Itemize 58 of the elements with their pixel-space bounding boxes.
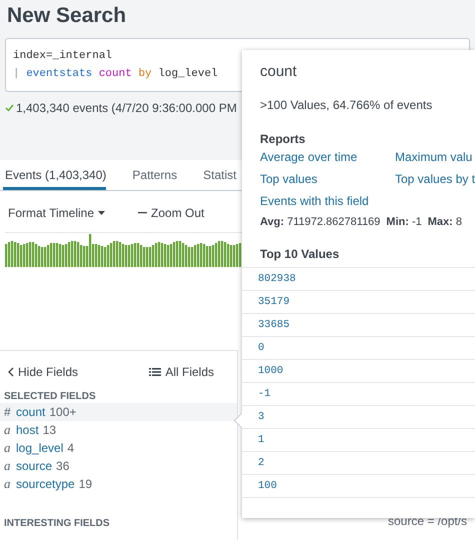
stat-text: Avg: 711972.862781169 xyxy=(260,216,380,228)
results-tab[interactable]: Statist xyxy=(203,160,236,190)
value-link[interactable]: 35179 xyxy=(258,296,290,308)
stat-text: Min: -1 xyxy=(386,216,422,228)
popup-title: count xyxy=(260,63,297,80)
field-name: sourcetype xyxy=(16,477,75,491)
field-count: 36 xyxy=(56,459,70,473)
field-count: 19 xyxy=(78,477,92,491)
value-link[interactable]: 1 xyxy=(258,434,264,446)
field-type-symbol: a xyxy=(4,458,12,474)
page-title: New Search xyxy=(7,4,126,29)
value-link[interactable]: 100 xyxy=(258,480,277,492)
report-link[interactable]: Events with this field xyxy=(260,194,369,208)
field-name: host xyxy=(16,423,39,437)
report-link[interactable]: Maximum valu xyxy=(395,150,472,164)
field-count: 100+ xyxy=(49,405,76,419)
section-heading: INTERESTING FIELDS xyxy=(3,518,110,529)
field-row[interactable]: a source 36 xyxy=(0,457,237,475)
minus-icon xyxy=(138,212,148,214)
value-link[interactable]: 802938 xyxy=(258,273,296,285)
field-row[interactable]: # count 100+ xyxy=(0,403,237,421)
report-link[interactable]: Average over time xyxy=(260,150,358,164)
field-count: 13 xyxy=(42,423,56,437)
event-field-text: source = /opt/s xyxy=(388,514,468,528)
result-summary: 1,403,340 events (4/7/20 9:36:00.000 PM xyxy=(16,101,237,115)
field-type-symbol: # xyxy=(4,405,12,419)
value-link[interactable]: 1000 xyxy=(258,365,284,377)
top-values-heading: Top 10 Values xyxy=(260,247,340,261)
field-row[interactable]: a host 13 xyxy=(0,421,237,439)
caret-icon xyxy=(98,211,106,215)
field-type-symbol: a xyxy=(4,440,12,456)
value-link[interactable]: -1 xyxy=(258,388,271,400)
field-name: count xyxy=(16,405,46,419)
field-row[interactable]: a log_level 4 xyxy=(0,439,237,457)
check-icon xyxy=(5,104,14,112)
all-fields-button[interactable]: All Fields xyxy=(149,360,214,384)
reports-heading: Reports xyxy=(260,132,306,146)
value-link[interactable]: 2 xyxy=(258,457,264,469)
zoom-out-button[interactable]: Zoom Out xyxy=(138,206,204,220)
results-tab[interactable]: Patterns xyxy=(132,160,178,190)
value-link[interactable]: 3 xyxy=(258,411,264,423)
chevron-left-icon xyxy=(8,367,14,377)
hide-fields-button[interactable]: Hide Fields xyxy=(8,360,78,384)
field-name: source xyxy=(16,459,52,473)
list-icon xyxy=(149,367,162,377)
report-link[interactable]: Top values by t xyxy=(395,172,475,186)
field-type-symbol: a xyxy=(4,422,12,438)
format-timeline-button[interactable]: Format Timeline xyxy=(8,206,106,220)
field-count: 4 xyxy=(67,441,74,455)
value-link[interactable]: 0 xyxy=(258,342,264,354)
field-name: log_level xyxy=(16,441,64,455)
report-link[interactable]: Top values xyxy=(260,172,318,186)
value-link[interactable]: 33685 xyxy=(258,319,290,331)
field-summary: >100 Values, 64.766% of events xyxy=(260,98,432,112)
field-type-symbol: a xyxy=(4,476,12,492)
stat-text: Max: 8 xyxy=(428,216,462,228)
field-row[interactable]: a sourcetype 19 xyxy=(0,475,237,493)
section-heading: SELECTED FIELDS xyxy=(3,391,96,402)
